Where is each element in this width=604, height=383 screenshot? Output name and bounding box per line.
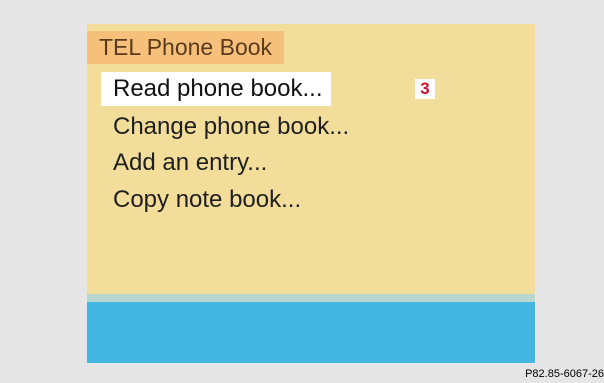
screen-title: TEL Phone Book	[87, 31, 285, 64]
display-screen: TEL Phone Book Read phone book... Change…	[87, 24, 535, 363]
menu-item-copy-note-book[interactable]: Copy note book...	[101, 183, 309, 217]
menu-item-add-entry[interactable]: Add an entry...	[101, 146, 275, 180]
bottom-bar	[87, 302, 535, 363]
menu-item-change-phone-book[interactable]: Change phone book...	[101, 110, 357, 144]
status-band	[87, 294, 535, 302]
callout-number-badge: 3	[415, 79, 435, 99]
figure-reference-id: P82.85-6067-26	[525, 368, 604, 380]
menu-item-read-phone-book[interactable]: Read phone book...	[101, 72, 331, 106]
